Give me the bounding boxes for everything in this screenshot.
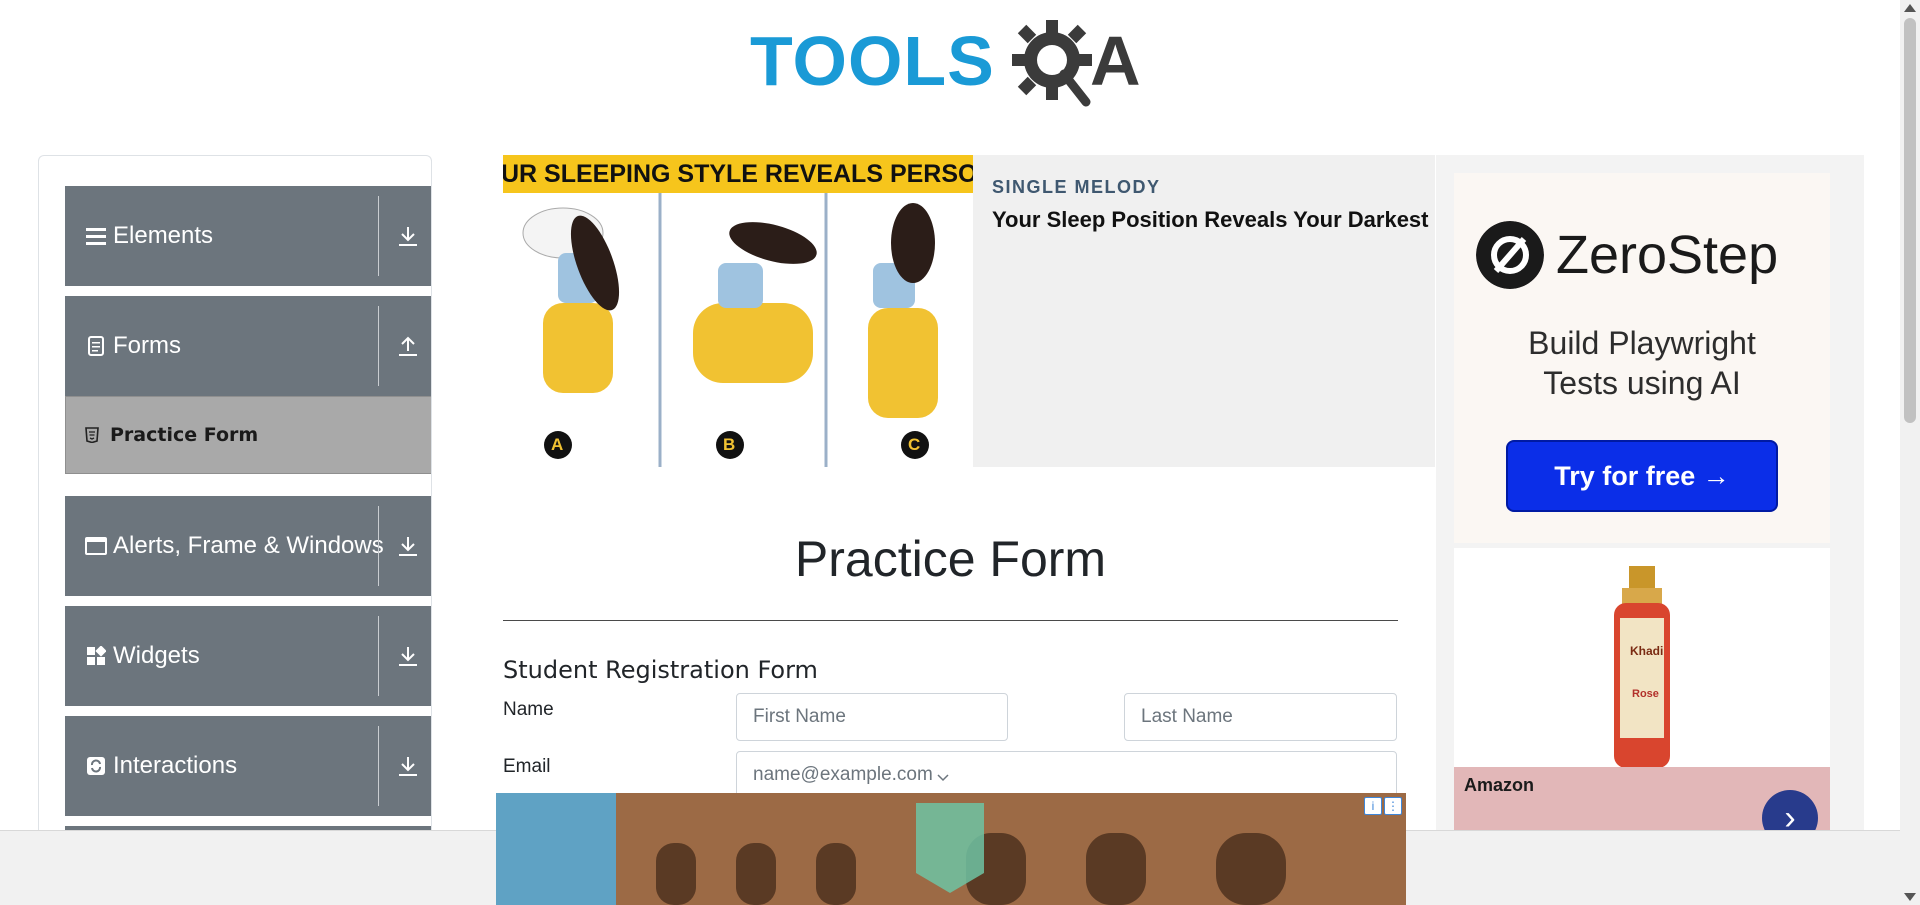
scroll-down-arrow[interactable]: [1904, 893, 1916, 901]
ad-image-banner: UR SLEEPING STYLE REVEALS PERSONALI: [503, 155, 973, 193]
sidebar: Elements Forms Practice Form Alerts, Fra…: [38, 155, 432, 875]
zerostep-brand: ZeroStep: [1556, 225, 1779, 285]
group-header[interactable]: Forms: [65, 296, 431, 396]
html5-icon: [85, 427, 99, 443]
refresh-icon: [85, 755, 107, 777]
form-title: Student Registration Form: [503, 656, 818, 684]
window-icon: [85, 535, 107, 557]
gear-magnifier-icon: [1012, 20, 1092, 107]
ad-source: SINGLE MELODY: [992, 177, 1161, 197]
tagline-line-2: Tests using AI: [1543, 365, 1741, 401]
first-name-input[interactable]: First Name: [736, 693, 1008, 741]
zerostep-tagline: Build Playwright Tests using AI: [1454, 323, 1830, 403]
group-title: Elements: [113, 222, 214, 249]
hamburger-icon: [85, 225, 107, 247]
expand-icon[interactable]: [379, 716, 431, 816]
marker-a: A: [551, 435, 564, 454]
sidebar-group-forms[interactable]: Forms Practice Form: [65, 296, 431, 474]
sidebar-group-alerts[interactable]: Alerts, Frame & Windows: [65, 496, 431, 596]
scroll-thumb[interactable]: [1904, 18, 1916, 423]
colosseum-image: [496, 793, 1406, 905]
ad-headline-link[interactable]: Your Sleep Position Reveals Your Darkest: [992, 207, 1429, 233]
sidebar-item-practice-form[interactable]: Practice Form: [65, 396, 431, 474]
group-header[interactable]: Interactions: [65, 716, 431, 816]
sponsored-article-ad[interactable]: UR SLEEPING STYLE REVEALS PERSONALI A B: [503, 155, 1435, 467]
amazon-label: Amazon: [1464, 775, 1535, 795]
email-label: Email: [503, 756, 551, 777]
last-name-input[interactable]: Last Name: [1124, 693, 1397, 741]
widgets-icon: [85, 645, 107, 667]
logo-text-a: A: [1090, 22, 1141, 100]
group-title: Forms: [113, 332, 181, 359]
group-header[interactable]: Widgets: [65, 606, 431, 706]
tagline-line-1: Build Playwright: [1528, 325, 1756, 361]
email-placeholder: name@example.com: [753, 764, 933, 785]
logo-text-tools: TOOLS: [750, 22, 995, 100]
khadi-product-image[interactable]: Khadi Rose: [1454, 548, 1830, 778]
marker-b: B: [723, 435, 736, 454]
zerostep-ad[interactable]: ZeroStep Build Playwright Tests using AI…: [1454, 173, 1830, 543]
group-title: Interactions: [113, 752, 238, 779]
right-sidebar-ad[interactable]: ZeroStep Build Playwright Tests using AI…: [1436, 155, 1864, 830]
sidebar-group-elements[interactable]: Elements: [65, 186, 431, 286]
ad-choices[interactable]: i ⋮: [1364, 797, 1402, 815]
toolsqa-logo[interactable]: TOOLS A: [750, 18, 1155, 113]
sidebar-group-widgets[interactable]: Widgets: [65, 606, 431, 706]
sidebar-group-interactions[interactable]: Interactions: [65, 716, 431, 816]
scroll-up-arrow[interactable]: [1904, 4, 1916, 12]
title-divider: [503, 620, 1398, 621]
group-title: Widgets: [113, 642, 200, 669]
expand-icon[interactable]: [379, 186, 431, 286]
try-for-free-button[interactable]: Try for free →: [1506, 440, 1778, 512]
name-label: Name: [503, 699, 554, 720]
group-header[interactable]: Elements: [65, 186, 431, 286]
chevron-down-icon: [937, 774, 949, 782]
zerostep-logo: ZeroStep: [1476, 221, 1778, 289]
page-scrollbar[interactable]: [1900, 0, 1920, 905]
product-label: Khadi: [1630, 644, 1664, 658]
group-header[interactable]: Alerts, Frame & Windows: [65, 496, 431, 596]
document-icon: [85, 335, 107, 357]
page-title: Practice Form: [794, 531, 1107, 587]
group-title: Alerts, Frame & Windows: [113, 532, 384, 559]
sleeping-figures-illustration: [503, 193, 973, 467]
site-header: TOOLS A: [0, 0, 1900, 125]
marker-c: C: [908, 435, 921, 454]
collapse-icon[interactable]: [379, 296, 431, 396]
ad-image[interactable]: UR SLEEPING STYLE REVEALS PERSONALI A B: [503, 155, 973, 467]
more-options-icon[interactable]: ⋮: [1384, 797, 1402, 815]
product-sub-label: Rose: [1632, 688, 1659, 700]
email-input[interactable]: name@example.com: [736, 751, 1397, 799]
expand-icon[interactable]: [379, 496, 431, 596]
bottle-illustration: [1614, 566, 1670, 768]
sidebar-item-label: Practice Form: [110, 424, 259, 446]
info-icon[interactable]: i: [1364, 797, 1382, 815]
expand-icon[interactable]: [379, 606, 431, 706]
bottom-banner-ad[interactable]: i ⋮: [496, 793, 1406, 905]
zerostep-logo-icon: [1476, 221, 1544, 289]
